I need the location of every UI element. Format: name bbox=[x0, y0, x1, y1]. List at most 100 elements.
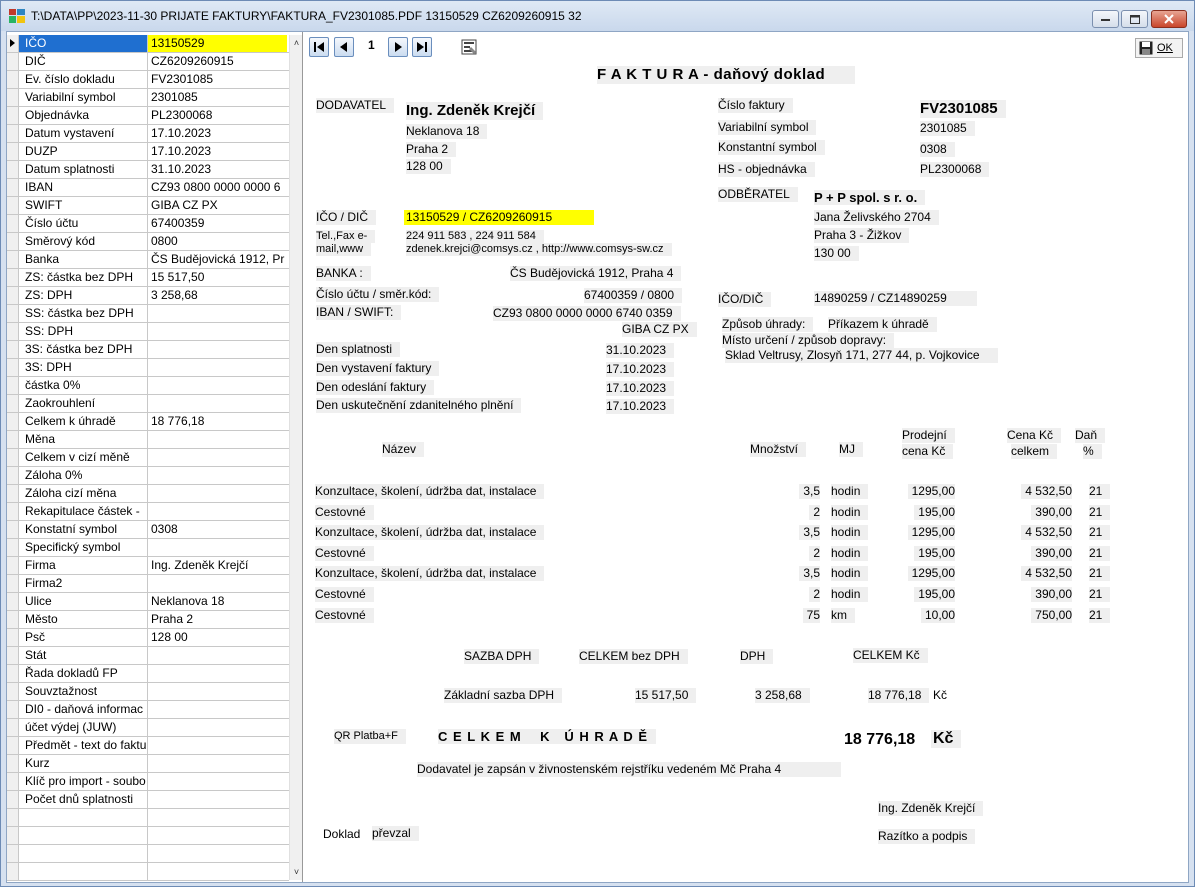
grid-row[interactable]: Firma Ing. Zdeněk Krejčí bbox=[7, 557, 289, 575]
grid-field-value[interactable] bbox=[148, 395, 287, 412]
grid-row[interactable]: Záloha cizí měna bbox=[7, 485, 289, 503]
grid-row[interactable]: Směrový kód 0800 bbox=[7, 233, 289, 251]
grid-field-name[interactable]: Počet dnů splatnosti bbox=[19, 791, 148, 808]
grid-field-name[interactable]: Řada dokladů FP bbox=[19, 665, 148, 682]
row-indicator[interactable] bbox=[7, 593, 19, 610]
grid-field-value[interactable]: 17.10.2023 bbox=[148, 143, 287, 160]
grid-field-value[interactable]: FV2301085 bbox=[148, 71, 287, 88]
grid-field-value[interactable]: ČS Budějovická 1912, Pr bbox=[148, 251, 287, 268]
grid-field-name[interactable]: DUZP bbox=[19, 143, 148, 160]
row-indicator[interactable] bbox=[7, 629, 19, 646]
grid-field-name[interactable]: Předmět - text do faktu bbox=[19, 737, 148, 754]
grid-field-value[interactable]: 18 776,18 bbox=[148, 413, 287, 430]
grid-row[interactable]: Měna bbox=[7, 431, 289, 449]
scroll-down-icon[interactable]: ˅ bbox=[290, 864, 302, 880]
grid-field-value[interactable]: CZ93 0800 0000 0000 6 bbox=[148, 179, 287, 196]
grid-row[interactable]: Celkem v cizí měně bbox=[7, 449, 289, 467]
row-indicator[interactable] bbox=[7, 521, 19, 538]
grid-scrollbar[interactable]: ˄ ˅ bbox=[289, 35, 302, 880]
grid-field-value[interactable] bbox=[148, 665, 287, 682]
grid-row[interactable]: Firma2 bbox=[7, 575, 289, 593]
grid-row[interactable]: DI0 - daňová informac bbox=[7, 701, 289, 719]
row-indicator[interactable] bbox=[7, 665, 19, 682]
grid-row[interactable]: Číslo účtu 67400359 bbox=[7, 215, 289, 233]
grid-row[interactable]: ZS: částka bez DPH 15 517,50 bbox=[7, 269, 289, 287]
grid-field-value[interactable] bbox=[148, 359, 287, 376]
grid-row[interactable]: Datum splatnosti 31.10.2023 bbox=[7, 161, 289, 179]
row-indicator[interactable] bbox=[7, 215, 19, 232]
grid-field-name[interactable]: Rekapitulace částek - bbox=[19, 503, 148, 520]
row-indicator[interactable] bbox=[7, 863, 19, 880]
grid-field-name[interactable]: IČO bbox=[19, 35, 148, 52]
grid-field-name[interactable]: ZS: částka bez DPH bbox=[19, 269, 148, 286]
grid-field-value[interactable] bbox=[148, 575, 287, 592]
previous-page-button[interactable] bbox=[334, 37, 354, 57]
grid-field-name[interactable]: Celkem k úhradě bbox=[19, 413, 148, 430]
grid-field-name[interactable]: Konstatní symbol bbox=[19, 521, 148, 538]
row-indicator[interactable] bbox=[7, 791, 19, 808]
grid-field-name[interactable]: účet výdej (JUW) bbox=[19, 719, 148, 736]
first-page-button[interactable] bbox=[309, 37, 329, 57]
row-indicator[interactable] bbox=[7, 35, 19, 52]
grid-field-name[interactable] bbox=[19, 827, 148, 844]
row-indicator[interactable] bbox=[7, 305, 19, 322]
grid-field-value[interactable] bbox=[148, 323, 287, 340]
grid-field-value[interactable] bbox=[148, 809, 287, 826]
grid-field-value[interactable] bbox=[148, 845, 287, 862]
grid-field-name[interactable] bbox=[19, 809, 148, 826]
grid-row[interactable] bbox=[7, 863, 289, 881]
grid-field-value[interactable] bbox=[148, 827, 287, 844]
grid-field-name[interactable]: ZS: DPH bbox=[19, 287, 148, 304]
grid-field-name[interactable]: Datum vystavení bbox=[19, 125, 148, 142]
grid-field-value[interactable] bbox=[148, 719, 287, 736]
grid-row[interactable]: Datum vystavení 17.10.2023 bbox=[7, 125, 289, 143]
grid-field-name[interactable]: Firma2 bbox=[19, 575, 148, 592]
grid-field-value[interactable]: PL2300068 bbox=[148, 107, 287, 124]
grid-field-name[interactable] bbox=[19, 863, 148, 880]
grid-field-value[interactable]: 67400359 bbox=[148, 215, 287, 232]
grid-field-name[interactable]: IBAN bbox=[19, 179, 148, 196]
row-indicator[interactable] bbox=[7, 485, 19, 502]
row-indicator[interactable] bbox=[7, 827, 19, 844]
grid-row[interactable]: Psč 128 00 bbox=[7, 629, 289, 647]
grid-field-name[interactable]: Měna bbox=[19, 431, 148, 448]
title-bar[interactable]: T:\DATA\PP\2023-11-30 PRIJATE FAKTURY\FA… bbox=[1, 1, 1194, 31]
grid-field-value[interactable]: Ing. Zdeněk Krejčí bbox=[148, 557, 287, 574]
grid-row[interactable]: SS: částka bez DPH bbox=[7, 305, 289, 323]
grid-field-name[interactable]: Město bbox=[19, 611, 148, 628]
row-indicator[interactable] bbox=[7, 413, 19, 430]
ok-button[interactable]: OK bbox=[1135, 38, 1183, 58]
grid-row[interactable] bbox=[7, 845, 289, 863]
scroll-up-icon[interactable]: ˄ bbox=[290, 35, 302, 51]
grid-field-value[interactable]: 0800 bbox=[148, 233, 287, 250]
grid-row[interactable]: částka 0% bbox=[7, 377, 289, 395]
row-indicator[interactable] bbox=[7, 647, 19, 664]
grid-field-name[interactable]: částka 0% bbox=[19, 377, 148, 394]
grid-field-name[interactable]: Zaokrouhlení bbox=[19, 395, 148, 412]
grid-field-value[interactable]: 3 258,68 bbox=[148, 287, 287, 304]
grid-field-value[interactable]: 0308 bbox=[148, 521, 287, 538]
close-button[interactable] bbox=[1151, 10, 1187, 28]
grid-row[interactable]: Konstatní symbol 0308 bbox=[7, 521, 289, 539]
grid-field-name[interactable]: Souvztažnost bbox=[19, 683, 148, 700]
row-indicator[interactable] bbox=[7, 683, 19, 700]
grid-row[interactable]: Ev. číslo dokladu FV2301085 bbox=[7, 71, 289, 89]
grid-field-name[interactable]: SS: DPH bbox=[19, 323, 148, 340]
row-indicator[interactable] bbox=[7, 341, 19, 358]
grid-field-name[interactable]: Ev. číslo dokladu bbox=[19, 71, 148, 88]
print-settings-icon[interactable] bbox=[459, 37, 479, 57]
grid-field-value[interactable] bbox=[148, 683, 287, 700]
grid-row[interactable]: Souvztažnost bbox=[7, 683, 289, 701]
row-indicator[interactable] bbox=[7, 359, 19, 376]
grid-field-value[interactable]: 128 00 bbox=[148, 629, 287, 646]
grid-field-name[interactable]: Specifický symbol bbox=[19, 539, 148, 556]
grid-field-name[interactable]: Psč bbox=[19, 629, 148, 646]
grid-row[interactable]: Klíč pro import - soubo bbox=[7, 773, 289, 791]
grid-field-name[interactable]: Celkem v cizí měně bbox=[19, 449, 148, 466]
grid-field-name[interactable]: Ulice bbox=[19, 593, 148, 610]
grid-row[interactable]: Město Praha 2 bbox=[7, 611, 289, 629]
grid-field-value[interactable] bbox=[148, 467, 287, 484]
grid-field-value[interactable]: CZ6209260915 bbox=[148, 53, 287, 70]
grid-field-value[interactable] bbox=[148, 773, 287, 790]
grid-field-value[interactable]: 13150529 bbox=[148, 35, 287, 52]
